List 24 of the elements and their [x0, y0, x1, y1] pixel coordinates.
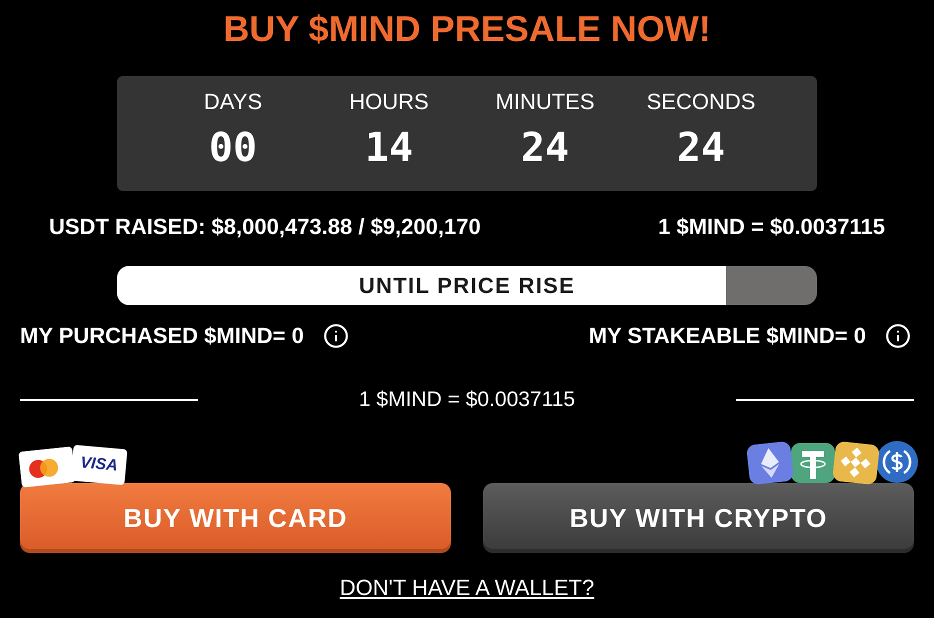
info-icon[interactable]: [322, 323, 349, 349]
countdown-value: 24: [520, 126, 570, 170]
visa-card-logo: VISA: [70, 444, 128, 486]
balance-label: MY STAKEABLE $MIND= 0: [588, 323, 866, 349]
info-icon[interactable]: [885, 323, 911, 349]
countdown-value: 14: [364, 126, 414, 170]
dollar-coin-icon: [876, 441, 918, 483]
price-label: 1 $MIND = $0.0037115: [358, 388, 576, 412]
countdown-label: SECONDS: [646, 89, 756, 115]
t-coin-icon: [791, 443, 835, 483]
raised-amount: USDT RAISED: $8,000,473.88 / $9,200,170: [49, 214, 481, 240]
balance-label: MY PURCHASED $MIND= 0: [20, 323, 304, 349]
headline: BUY $MIND PRESALE NOW!: [223, 11, 711, 47]
countdown-value: 00: [208, 126, 258, 170]
countdown-label: DAYS: [204, 89, 262, 115]
buy-button[interactable]: BUY WITH CRYPTO: [483, 483, 914, 553]
progress-label: UNTIL PRICE RISE: [358, 272, 576, 300]
rhombus-coin-icon: [832, 440, 880, 486]
token-price: 1 $MIND = $0.0037115: [658, 214, 885, 240]
countdown-label: MINUTES: [496, 89, 594, 115]
countdown-value: 24: [676, 126, 726, 170]
wallet-link[interactable]: DON'T HAVE A WALLET?: [340, 575, 594, 601]
countdown-label: HOURS: [349, 89, 429, 115]
diamond-coin-icon: [746, 440, 794, 486]
